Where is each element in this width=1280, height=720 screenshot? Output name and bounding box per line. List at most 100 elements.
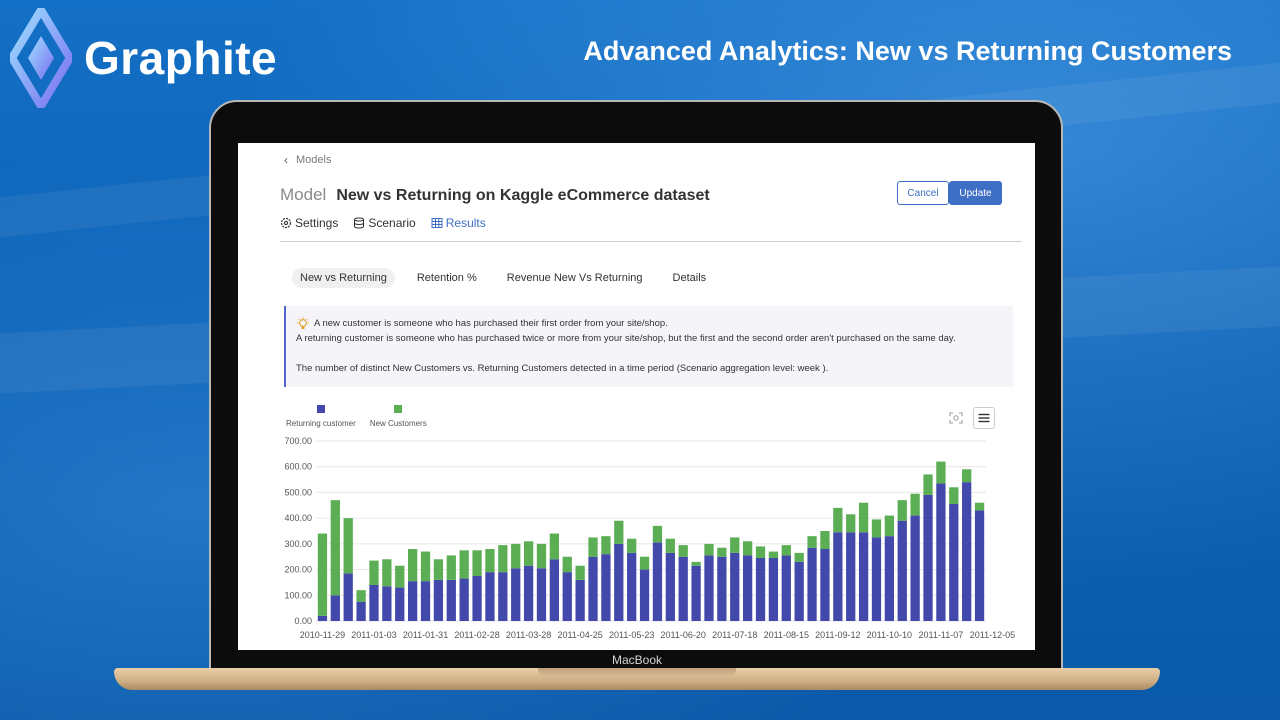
x-tick-label: 2011-01-31	[403, 630, 448, 640]
bar-returning	[382, 586, 392, 621]
y-tick-label: 700.00	[284, 436, 312, 446]
bar-new	[627, 538, 637, 553]
bar-new	[665, 538, 675, 553]
bar-returning	[652, 542, 663, 621]
subtab-revenue[interactable]: Revenue New Vs Returning	[499, 268, 651, 288]
subtab-details[interactable]: Details	[665, 268, 715, 288]
macbook-label: MacBook	[611, 653, 663, 667]
legend-swatch-new	[394, 405, 403, 413]
legend-label-new: New Customers	[369, 419, 427, 428]
legend-item-new[interactable]: New Customers	[370, 405, 427, 428]
bar-returning	[369, 585, 379, 621]
results-subtabs: New vs Returning Retention % Revenue New…	[292, 268, 728, 288]
bar-new	[433, 559, 444, 580]
tab-scenario[interactable]: Scenario	[353, 216, 416, 230]
y-tick-label: 200.00	[284, 565, 312, 575]
bar-new	[511, 543, 521, 569]
bar-new	[691, 561, 701, 566]
bar-new	[652, 525, 663, 543]
chart-container: 0.00 100.00 200.00 300.00 400.00 500.00 600.00…	[238, 401, 1035, 650]
bar-returning	[923, 495, 933, 621]
graphite-logo-icon	[10, 8, 72, 108]
bar-returning	[523, 565, 534, 621]
bar-returning	[949, 504, 959, 621]
bar-returning	[833, 532, 843, 621]
chart-menu-button[interactable]	[973, 407, 995, 429]
bar-new	[858, 502, 869, 533]
tab-results[interactable]: Results	[431, 216, 486, 230]
bar-new	[807, 536, 817, 548]
y-tick-label: 0.00	[294, 616, 312, 626]
bar-returning	[614, 543, 624, 621]
breadcrumb-label: Models	[296, 154, 332, 166]
bar-returning	[717, 556, 727, 621]
brand: Graphite	[10, 8, 277, 108]
bar-returning	[704, 555, 714, 621]
model-title: New vs Returning on Kaggle eCommerce dat…	[336, 187, 710, 204]
bar-returning	[936, 483, 946, 621]
bar-new	[923, 474, 933, 495]
bar-returning	[820, 549, 830, 621]
bar-returning	[691, 565, 701, 621]
y-tick-label: 300.00	[284, 539, 312, 549]
bar-returning	[407, 581, 418, 621]
bar-returning	[330, 595, 340, 621]
bar-new	[407, 549, 418, 582]
bar-new	[523, 541, 534, 566]
x-tick-label: 2011-06-20	[661, 630, 706, 640]
tab-settings[interactable]: Settings	[280, 216, 338, 230]
x-tick-label: 2011-08-15	[764, 630, 809, 640]
gear-icon	[280, 217, 292, 229]
bar-returning	[871, 537, 882, 621]
bar-returning	[910, 515, 920, 621]
bar-new	[820, 531, 830, 549]
bar-returning	[794, 561, 804, 621]
info-line-1: A new customer is someone who has purcha…	[314, 318, 668, 329]
bar-returning	[356, 601, 366, 621]
bar-new	[871, 519, 882, 538]
bar-new	[485, 549, 495, 573]
bar-returning	[575, 579, 585, 621]
bar-new	[395, 565, 405, 588]
subtab-new-vs-returning[interactable]: New vs Returning	[292, 268, 395, 288]
bar-new	[639, 556, 650, 570]
tab-scenario-label: Scenario	[368, 216, 416, 230]
legend-item-returning[interactable]: Returning customer	[286, 405, 356, 428]
bar-new	[846, 514, 856, 533]
y-tick-label: 500.00	[284, 487, 312, 497]
cancel-button[interactable]: Cancel	[897, 181, 949, 205]
tabs-divider	[280, 241, 1022, 242]
bar-new	[446, 555, 456, 580]
tab-settings-label: Settings	[295, 216, 339, 230]
subtab-retention[interactable]: Retention %	[409, 268, 485, 288]
database-icon	[354, 217, 365, 229]
bar-new	[962, 469, 972, 483]
brand-name: Graphite	[84, 32, 278, 84]
bar-returning	[317, 615, 328, 621]
x-tick-label: 2011-02-28	[454, 630, 499, 640]
bar-new	[730, 537, 740, 553]
table-icon	[431, 218, 443, 228]
bar-returning	[446, 579, 456, 621]
bar-new	[549, 533, 560, 560]
chart-toolbar	[949, 407, 995, 429]
bar-returning	[730, 552, 740, 621]
bar-new	[369, 560, 379, 585]
nav-tabs: Settings Scenario Results	[280, 216, 501, 230]
update-button[interactable]: Update	[949, 181, 1002, 205]
x-tick-label: 2011-01-03	[351, 630, 396, 640]
info-box: A new customer is someone who has purcha…	[284, 306, 1013, 387]
bar-returning	[536, 568, 547, 621]
bar-new	[833, 507, 843, 533]
bar-new	[601, 536, 611, 555]
breadcrumb-back-link[interactable]: ‹ Models	[284, 153, 331, 167]
stacked-bar-chart: 0.00 100.00 200.00 300.00 400.00 500.00 600.00…	[284, 436, 1015, 640]
y-tick-label: 400.00	[284, 513, 312, 523]
info-line-3: The number of distinct New Customers vs.…	[296, 363, 829, 374]
bar-new	[614, 520, 624, 544]
bar-returning	[511, 568, 521, 621]
zoom-reset-icon[interactable]	[949, 412, 963, 424]
bar-new	[343, 518, 353, 574]
bar-returning	[627, 552, 637, 621]
page-headline: Advanced Analytics: New vs Returning Cus…	[583, 36, 1232, 66]
